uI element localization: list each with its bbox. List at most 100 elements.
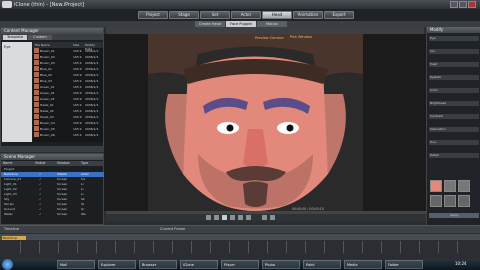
folder-item-eye[interactable]: Eye: [4, 45, 10, 49]
eye-preset-thumbnail[interactable]: [458, 180, 470, 192]
timeline-track[interactable]: [0, 234, 480, 240]
timeline-panel: Timeline Current Frame Backdrop: [0, 225, 480, 259]
close-button[interactable]: [468, 1, 476, 8]
scene-item-name: Water: [4, 212, 13, 216]
main-tab-bar: Project Stage Set Actor Head Animation E…: [0, 9, 480, 21]
eye-preset-thumbnail[interactable]: [444, 195, 456, 207]
scene-item-type: Actor: [81, 172, 89, 176]
file-name: Blue_03: [40, 79, 52, 83]
start-button[interactable]: [2, 259, 13, 270]
file-size: 105 K: [73, 121, 82, 125]
ruler-tick: [229, 241, 230, 253]
taskbar-item[interactable]: Explorer: [98, 260, 136, 269]
cartoon-face-image: [148, 34, 363, 211]
file-date: 2006/1/1: [85, 109, 99, 113]
eye-preset-thumbnail[interactable]: [458, 195, 470, 207]
file-name: Hazel_02: [40, 109, 54, 113]
taskbar-item[interactable]: iClone: [180, 260, 218, 269]
tab-template[interactable]: Template: [3, 35, 27, 40]
modify-setting-row[interactable]: Eyeball: [429, 75, 479, 80]
scene-item-visible[interactable]: ✓: [39, 202, 42, 206]
file-date: 2006/1/1: [85, 121, 99, 125]
3d-viewport[interactable]: 00:00:00 / 00:00:10: [104, 34, 426, 211]
prev-frame-button[interactable]: [214, 215, 219, 220]
scene-item-type: Sk: [81, 197, 85, 201]
minimize-button[interactable]: [450, 1, 458, 8]
rewind-button[interactable]: [206, 215, 211, 220]
taskbar-item[interactable]: Player: [221, 260, 259, 269]
character-render: [148, 34, 363, 211]
taskbar-item[interactable]: Media: [344, 260, 382, 269]
file-size: 105 K: [73, 91, 82, 95]
scene-item-shadow: Screen: [57, 207, 68, 211]
taskbar-item[interactable]: Browser: [139, 260, 177, 269]
modify-setting-row[interactable]: Saturation: [429, 127, 479, 132]
tab-animation[interactable]: Animation: [293, 11, 323, 19]
eye-preset-thumbnail[interactable]: [444, 180, 456, 192]
maximize-button[interactable]: [459, 1, 467, 8]
scene-item-shadow: Screen: [57, 212, 68, 216]
scene-item-visible[interactable]: ✓: [39, 192, 42, 196]
next-frame-button[interactable]: [238, 215, 243, 220]
tab-set[interactable]: Set: [200, 11, 230, 19]
folder-tree[interactable]: Eye: [2, 42, 32, 142]
file-date: 2006/1/1: [85, 79, 99, 83]
ruler-tick: [400, 241, 401, 253]
ruler-tick: [134, 241, 135, 253]
file-list[interactable]: File Name Size Modify Date Brown_01 105 K…: [33, 42, 103, 142]
tab-export[interactable]: Export: [324, 11, 354, 19]
tab-head[interactable]: Head: [262, 11, 292, 19]
taskbar-item[interactable]: Folder: [385, 260, 423, 269]
file-name: Hazel_03: [40, 115, 54, 119]
apply-button[interactable]: Apply: [429, 213, 479, 218]
modify-setting-row[interactable]: Color: [429, 88, 479, 93]
title-bar: iClone (thin) - [New.iProject]: [0, 0, 480, 9]
modify-setting-row[interactable]: Brightness: [429, 101, 479, 106]
modify-setting-row[interactable]: Hue: [429, 140, 479, 145]
modify-setting-row[interactable]: Detail: [429, 153, 479, 158]
scene-item-visible[interactable]: ✓: [39, 212, 42, 216]
taskbar-item[interactable]: Photo: [262, 260, 300, 269]
scene-item-visible[interactable]: ✓: [39, 197, 42, 201]
stop-button[interactable]: [230, 215, 235, 220]
taskbar-item[interactable]: Mail: [57, 260, 95, 269]
scene-item-shadow: Screen: [57, 187, 68, 191]
file-row[interactable]: Brown_06 105 K 2006/1/1: [33, 132, 103, 138]
file-date: 2006/1/1: [85, 127, 99, 131]
file-thumbnail: [34, 72, 39, 77]
modify-setting-row[interactable]: Pupil: [429, 62, 479, 67]
modify-setting-row[interactable]: Iris: [429, 49, 479, 54]
eye-preset-thumbnail[interactable]: [430, 195, 442, 207]
scene-row[interactable]: Water ✓ Screen Wa: [1, 212, 105, 217]
modify-setting-row[interactable]: Contrast: [429, 114, 479, 119]
scene-item-visible[interactable]: ✓: [39, 177, 42, 181]
tab-project[interactable]: Project: [138, 11, 168, 19]
fast-forward-button[interactable]: [246, 215, 251, 220]
ruler-tick: [39, 241, 40, 253]
taskbar-item[interactable]: Paint: [303, 260, 341, 269]
ruler-tick: [381, 241, 382, 253]
scene-item-visible[interactable]: ✓: [39, 172, 42, 176]
scene-item-type: Li: [81, 192, 84, 196]
loop-button[interactable]: [262, 215, 267, 220]
file-name: Brown_06: [40, 133, 55, 137]
eye-preset-thumbnail[interactable]: [430, 180, 442, 192]
tab-stage[interactable]: Stage: [169, 11, 199, 19]
tab-custom[interactable]: Custom: [28, 35, 52, 40]
ruler-tick: [457, 241, 458, 253]
record-button[interactable]: [270, 215, 275, 220]
timeline-clip[interactable]: Backdrop: [2, 236, 26, 240]
file-thumbnail: [34, 54, 39, 59]
modify-title: Modify: [427, 27, 480, 33]
play-button[interactable]: [222, 215, 227, 220]
scene-item-visible[interactable]: ✓: [39, 182, 42, 186]
scene-item-visible[interactable]: ✓: [39, 207, 42, 211]
file-thumbnail: [34, 108, 39, 113]
taskbar: StartMailExplorerBrowseriClonePlayerPhot…: [0, 259, 480, 270]
modify-setting-row[interactable]: Eye: [429, 36, 479, 41]
scene-item-visible[interactable]: ✓: [39, 187, 42, 191]
scene-item-name: Light_03: [4, 192, 17, 196]
tab-actor[interactable]: Actor: [231, 11, 261, 19]
file-name: Hazel_01: [40, 103, 54, 107]
modify-panel: Modify Eye Iris Pupil Eyeball Color Brightnes…: [426, 27, 480, 225]
